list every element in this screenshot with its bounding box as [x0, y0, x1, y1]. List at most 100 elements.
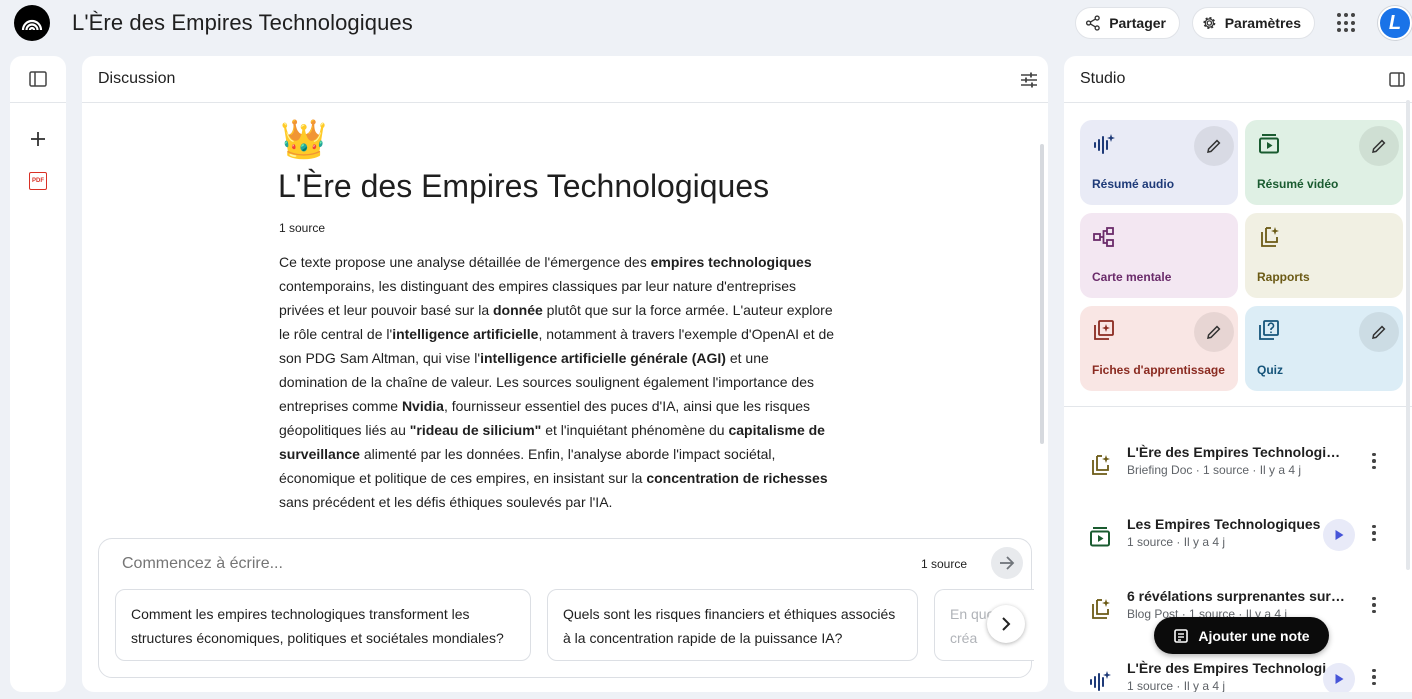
pencil-icon — [1207, 139, 1221, 153]
tile-video-summary[interactable]: Résumé vidéo — [1245, 120, 1403, 205]
mind-map-icon — [1093, 227, 1114, 247]
tile-label: Résumé vidéo — [1257, 177, 1339, 191]
chat-input[interactable] — [122, 553, 822, 575]
tile-mind-map[interactable]: Carte mentale — [1080, 213, 1238, 298]
settings-button[interactable]: Paramètres — [1192, 7, 1315, 39]
chat-panel-title: Discussion — [98, 70, 176, 87]
divider — [1064, 102, 1412, 103]
add-note-button[interactable]: Ajouter une note — [1154, 617, 1329, 654]
note-title: 6 révélations surprenantes sur les empir… — [1127, 588, 1347, 604]
tile-flashcards[interactable]: Fiches d'apprentissage — [1080, 306, 1238, 391]
more-options-icon[interactable] — [1364, 523, 1384, 543]
note-meta: 1 source · Il y a 4 j — [1127, 535, 1226, 549]
tile-audio-summary[interactable]: Résumé audio — [1080, 120, 1238, 205]
sources-panel: PDF — [10, 56, 66, 692]
add-note-label: Ajouter une note — [1198, 627, 1310, 644]
reports-icon — [1092, 455, 1110, 475]
notebook-title-header[interactable]: L'Ère des Empires Technologiques — [72, 10, 413, 36]
summary-text: sans précédent et les défis éthiques sou… — [279, 494, 613, 510]
play-button[interactable] — [1323, 519, 1355, 551]
tile-label: Fiches d'apprentissage — [1092, 363, 1225, 377]
settings-label: Paramètres — [1224, 15, 1301, 31]
notebook-title: L'Ère des Empires Technologiques — [278, 168, 770, 204]
chat-panel: Discussion 👑 L'Ère des Empires Technolog… — [82, 56, 1048, 692]
summary-highlight: Nvidia — [401, 398, 444, 414]
summary-highlight: empires technologiques — [650, 254, 812, 270]
notebook-summary: Ce texte propose une analyse détaillée d… — [279, 250, 839, 514]
edit-button[interactable] — [1194, 126, 1234, 166]
more-options-icon[interactable] — [1364, 667, 1384, 687]
tile-label: Carte mentale — [1092, 270, 1172, 284]
more-options-icon[interactable] — [1364, 595, 1384, 615]
note-meta: Briefing Doc · 1 source · Il y a 4 j — [1127, 463, 1302, 477]
reports-icon — [1261, 227, 1279, 247]
play-button[interactable] — [1323, 663, 1355, 692]
summary-highlight: concentration de richesses — [646, 470, 828, 486]
scrollbar[interactable] — [1040, 144, 1044, 444]
note-icon — [1174, 628, 1189, 643]
play-icon — [1335, 530, 1344, 540]
pencil-icon — [1372, 139, 1386, 153]
edit-button[interactable] — [1194, 312, 1234, 352]
chevron-right-icon — [1002, 617, 1011, 631]
tile-label: Quiz — [1257, 363, 1283, 377]
chat-composer: 1 source Comment les empires technologiq… — [98, 538, 1034, 678]
tile-label: Rapports — [1257, 270, 1310, 284]
app-header: L'Ère des Empires Technologiques Partage… — [0, 0, 1412, 50]
share-icon — [1085, 15, 1100, 31]
summary-highlight: "rideau de silicium" — [409, 422, 542, 438]
video-icon — [1259, 134, 1279, 154]
gear-icon — [1203, 17, 1216, 29]
pdf-icon[interactable]: PDF — [29, 172, 47, 190]
pencil-icon — [1372, 325, 1386, 339]
studio-panel-title: Studio — [1080, 70, 1126, 87]
arrow-right-icon — [1000, 556, 1015, 570]
flashcards-icon — [1094, 320, 1114, 340]
audio-waveform-icon — [1094, 134, 1115, 154]
notebook-logo-icon[interactable] — [14, 5, 50, 41]
add-source-icon[interactable] — [28, 129, 48, 149]
edit-button[interactable] — [1359, 126, 1399, 166]
pencil-icon — [1207, 325, 1221, 339]
note-title: Les Empires Technologiques — [1127, 516, 1321, 532]
source-count: 1 source — [279, 221, 326, 235]
summary-highlight: intelligence artificielle générale (AGI) — [480, 350, 726, 366]
next-suggestions-button[interactable] — [987, 605, 1025, 643]
list-item[interactable]: L'Ère des Empires Technologiques 1 sourc… — [1064, 655, 1412, 692]
video-icon — [1090, 527, 1110, 547]
tile-quiz[interactable]: Quiz — [1245, 306, 1403, 391]
tune-icon[interactable] — [1020, 71, 1038, 89]
avatar[interactable]: L — [1378, 6, 1412, 40]
list-item[interactable]: L'Ère des Empires Technologiques Briefin… — [1064, 439, 1412, 499]
suggestion-chip[interactable]: Quels sont les risques financiers et éth… — [547, 589, 918, 661]
scrollbar[interactable] — [1406, 100, 1410, 570]
divider — [82, 102, 1048, 103]
panel-toggle-icon[interactable] — [1389, 72, 1405, 87]
play-icon — [1335, 674, 1344, 684]
studio-panel: Studio Résumé audio Résumé vidéo Carte m… — [1064, 56, 1412, 692]
divider — [1064, 406, 1412, 407]
note-title: L'Ère des Empires Technologiques — [1127, 444, 1347, 460]
note-title: L'Ère des Empires Technologiques — [1127, 660, 1347, 676]
summary-highlight: intelligence artificielle — [392, 326, 539, 342]
summary-text: Ce texte propose une analyse détaillée d… — [279, 254, 651, 270]
summary-text: et l'inquiétant phénomène du — [541, 422, 729, 438]
share-button[interactable]: Partager — [1075, 7, 1180, 39]
summary-highlight: donnée — [493, 302, 543, 318]
more-options-icon[interactable] — [1364, 451, 1384, 471]
send-button[interactable] — [991, 547, 1023, 579]
panel-toggle-icon[interactable] — [29, 71, 47, 87]
share-label: Partager — [1109, 15, 1166, 31]
tile-label: Résumé audio — [1092, 177, 1175, 191]
reports-icon — [1092, 599, 1110, 619]
quiz-icon — [1259, 320, 1279, 340]
audio-waveform-icon — [1090, 671, 1111, 691]
apps-grid-icon[interactable] — [1337, 13, 1357, 33]
edit-button[interactable] — [1359, 312, 1399, 352]
suggestion-chip[interactable]: Comment les empires technologiques trans… — [115, 589, 531, 661]
divider — [10, 102, 66, 103]
composer-source-count: 1 source — [921, 557, 968, 571]
tile-reports[interactable]: Rapports — [1245, 213, 1403, 298]
notebook-emoji: 👑 — [280, 119, 328, 161]
list-item[interactable]: Les Empires Technologiques 1 source · Il… — [1064, 511, 1412, 571]
